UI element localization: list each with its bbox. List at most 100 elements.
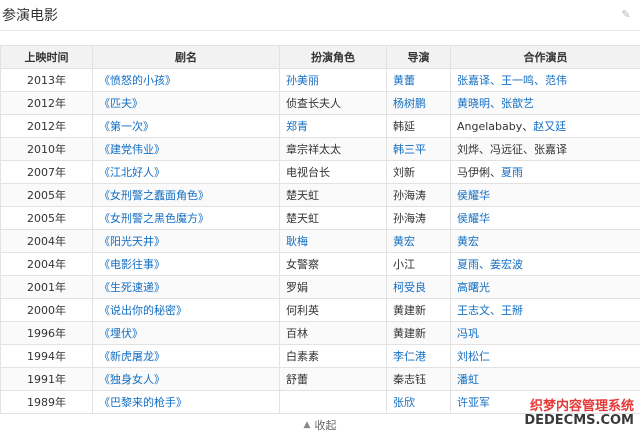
cell-title: 《说出你的秘密》 xyxy=(92,298,280,322)
costar-link[interactable]: 夏雨 xyxy=(457,258,479,271)
edit-icon[interactable]: ✎ xyxy=(620,9,632,21)
role-text: 舒蕾 xyxy=(286,373,308,386)
cell-director: 李仁港 xyxy=(386,344,451,368)
cell-year: 2007年 xyxy=(0,160,93,184)
costar-link[interactable]: 赵又廷 xyxy=(533,120,566,133)
costar-link[interactable]: 黄晓明 xyxy=(457,97,490,110)
costar-text: 马伊俐 xyxy=(457,166,490,179)
cell-title: 《生死速递》 xyxy=(92,275,280,299)
film-title-link[interactable]: 《江北好人》 xyxy=(99,166,165,179)
column-header-year: 上映时间 xyxy=(0,45,93,69)
film-title-link[interactable]: 《埋伏》 xyxy=(99,327,143,340)
cell-title: 《江北好人》 xyxy=(92,160,280,184)
costar-text: 刘烨 xyxy=(457,143,479,156)
costar-separator: 、 xyxy=(479,258,490,271)
costar-link[interactable]: 王志文 xyxy=(457,304,490,317)
role-text: 侦查长夫人 xyxy=(286,97,341,110)
costar-link[interactable]: 王掰 xyxy=(501,304,523,317)
costar-text: Angelababy xyxy=(457,120,523,133)
costar-link[interactable]: 夏雨 xyxy=(501,166,523,179)
director-link[interactable]: 黄宏 xyxy=(393,235,415,248)
table-row: 2001年 《生死速递》 罗娟 柯受良 高曙光 xyxy=(0,275,640,299)
film-title-link[interactable]: 《生死速递》 xyxy=(99,281,165,294)
cell-role: 侦查长夫人 xyxy=(279,91,387,115)
cell-year: 2004年 xyxy=(0,252,93,276)
costar-link[interactable]: 姜宏波 xyxy=(490,258,523,271)
costar-link[interactable]: 张嘉译 xyxy=(457,74,490,87)
cell-title: 《女刑警之黑色魔方》 xyxy=(92,206,280,230)
costar-link[interactable]: 潘虹 xyxy=(457,373,479,386)
cell-costars: 刘松仁 xyxy=(450,344,640,368)
role-link[interactable]: 孙美丽 xyxy=(286,74,319,87)
film-title-link[interactable]: 《建党伟业》 xyxy=(99,143,165,156)
director-text: 秦志钰 xyxy=(393,373,426,386)
cell-year: 2001年 xyxy=(0,275,93,299)
table-row: 2005年 《女刑警之蠢面角色》 楚天虹 孙海涛 侯耀华 xyxy=(0,183,640,207)
cell-role: 罗娟 xyxy=(279,275,387,299)
cell-director: 小江 xyxy=(386,252,451,276)
costar-link[interactable]: 侯耀华 xyxy=(457,212,490,225)
cell-role: 女警察 xyxy=(279,252,387,276)
cell-year: 2005年 xyxy=(0,206,93,230)
cell-year: 2005年 xyxy=(0,183,93,207)
director-link[interactable]: 黄蕾 xyxy=(393,74,415,87)
costar-link[interactable]: 高曙光 xyxy=(457,281,490,294)
table-row: 2012年 《第一次》 郑青 韩延 Angelababy、赵又廷 xyxy=(0,114,640,138)
film-title-link[interactable]: 《电影往事》 xyxy=(99,258,165,271)
table-row: 2010年 《建党伟业》 章宗祥太太 韩三平 刘烨、冯远征、张嘉译 xyxy=(0,137,640,161)
table-row: 2004年 《电影往事》 女警察 小江 夏雨、姜宏波 xyxy=(0,252,640,276)
role-text: 章宗祥太太 xyxy=(286,143,341,156)
cell-costars: 侯耀华 xyxy=(450,206,640,230)
costar-separator: 、 xyxy=(479,143,490,156)
costar-link[interactable]: 范伟 xyxy=(545,74,567,87)
costar-link[interactable]: 许亚军 xyxy=(457,396,490,409)
column-header-title: 剧名 xyxy=(92,45,280,69)
costar-link[interactable]: 王一鸣 xyxy=(501,74,534,87)
cell-costars: 高曙光 xyxy=(450,275,640,299)
director-link[interactable]: 李仁港 xyxy=(393,350,426,363)
table-row: 1994年 《新虎屠龙》 白素素 李仁港 刘松仁 xyxy=(0,344,640,368)
cell-year: 2010年 xyxy=(0,137,93,161)
cell-costars: Angelababy、赵又廷 xyxy=(450,114,640,138)
costar-link[interactable]: 冯巩 xyxy=(457,327,479,340)
film-title-link[interactable]: 《愤怒的小孩》 xyxy=(99,74,176,87)
director-link[interactable]: 杨树鹏 xyxy=(393,97,426,110)
costar-link[interactable]: 张歆艺 xyxy=(501,97,534,110)
film-title-link[interactable]: 《独身女人》 xyxy=(99,373,165,386)
film-title-link[interactable]: 《巴黎来的枪手》 xyxy=(99,396,187,409)
film-title-link[interactable]: 《阳光天井》 xyxy=(99,235,165,248)
costar-link[interactable]: 刘松仁 xyxy=(457,350,490,363)
role-text: 白素素 xyxy=(286,350,319,363)
cell-role: 耿梅 xyxy=(279,229,387,253)
cell-year: 1989年 xyxy=(0,390,93,414)
cell-role: 百林 xyxy=(279,321,387,345)
role-link[interactable]: 耿梅 xyxy=(286,235,308,248)
director-text: 刘新 xyxy=(393,166,415,179)
director-link[interactable]: 张欣 xyxy=(393,396,415,409)
column-header-role: 扮演角色 xyxy=(279,45,387,69)
film-title-link[interactable]: 《说出你的秘密》 xyxy=(99,304,187,317)
director-link[interactable]: 韩三平 xyxy=(393,143,426,156)
costar-link[interactable]: 黄宏 xyxy=(457,235,479,248)
cell-year: 2013年 xyxy=(0,68,93,92)
film-title-link[interactable]: 《第一次》 xyxy=(99,120,154,133)
role-link[interactable]: 郑青 xyxy=(286,120,308,133)
director-text: 孙海涛 xyxy=(393,189,426,202)
cell-role: 白素素 xyxy=(279,344,387,368)
cell-year: 2012年 xyxy=(0,91,93,115)
chevron-up-icon: ▲ xyxy=(303,420,311,430)
cell-title: 《阳光天井》 xyxy=(92,229,280,253)
cell-costars: 黄晓明、张歆艺 xyxy=(450,91,640,115)
costar-link[interactable]: 侯耀华 xyxy=(457,189,490,202)
director-link[interactable]: 柯受良 xyxy=(393,281,426,294)
director-text: 黄建新 xyxy=(393,327,426,340)
table-row: 2013年 《愤怒的小孩》 孙美丽 黄蕾 张嘉译、王一鸣、范伟 xyxy=(0,68,640,92)
film-title-link[interactable]: 《新虎屠龙》 xyxy=(99,350,165,363)
cell-title: 《埋伏》 xyxy=(92,321,280,345)
film-title-link[interactable]: 《女刑警之黑色魔方》 xyxy=(99,212,209,225)
film-title-link[interactable]: 《匹夫》 xyxy=(99,97,143,110)
role-text: 楚天虹 xyxy=(286,212,319,225)
film-title-link[interactable]: 《女刑警之蠢面角色》 xyxy=(99,189,209,202)
cell-costars: 马伊俐、夏雨 xyxy=(450,160,640,184)
watermark-line2: DEDECMS.COM xyxy=(524,412,634,428)
